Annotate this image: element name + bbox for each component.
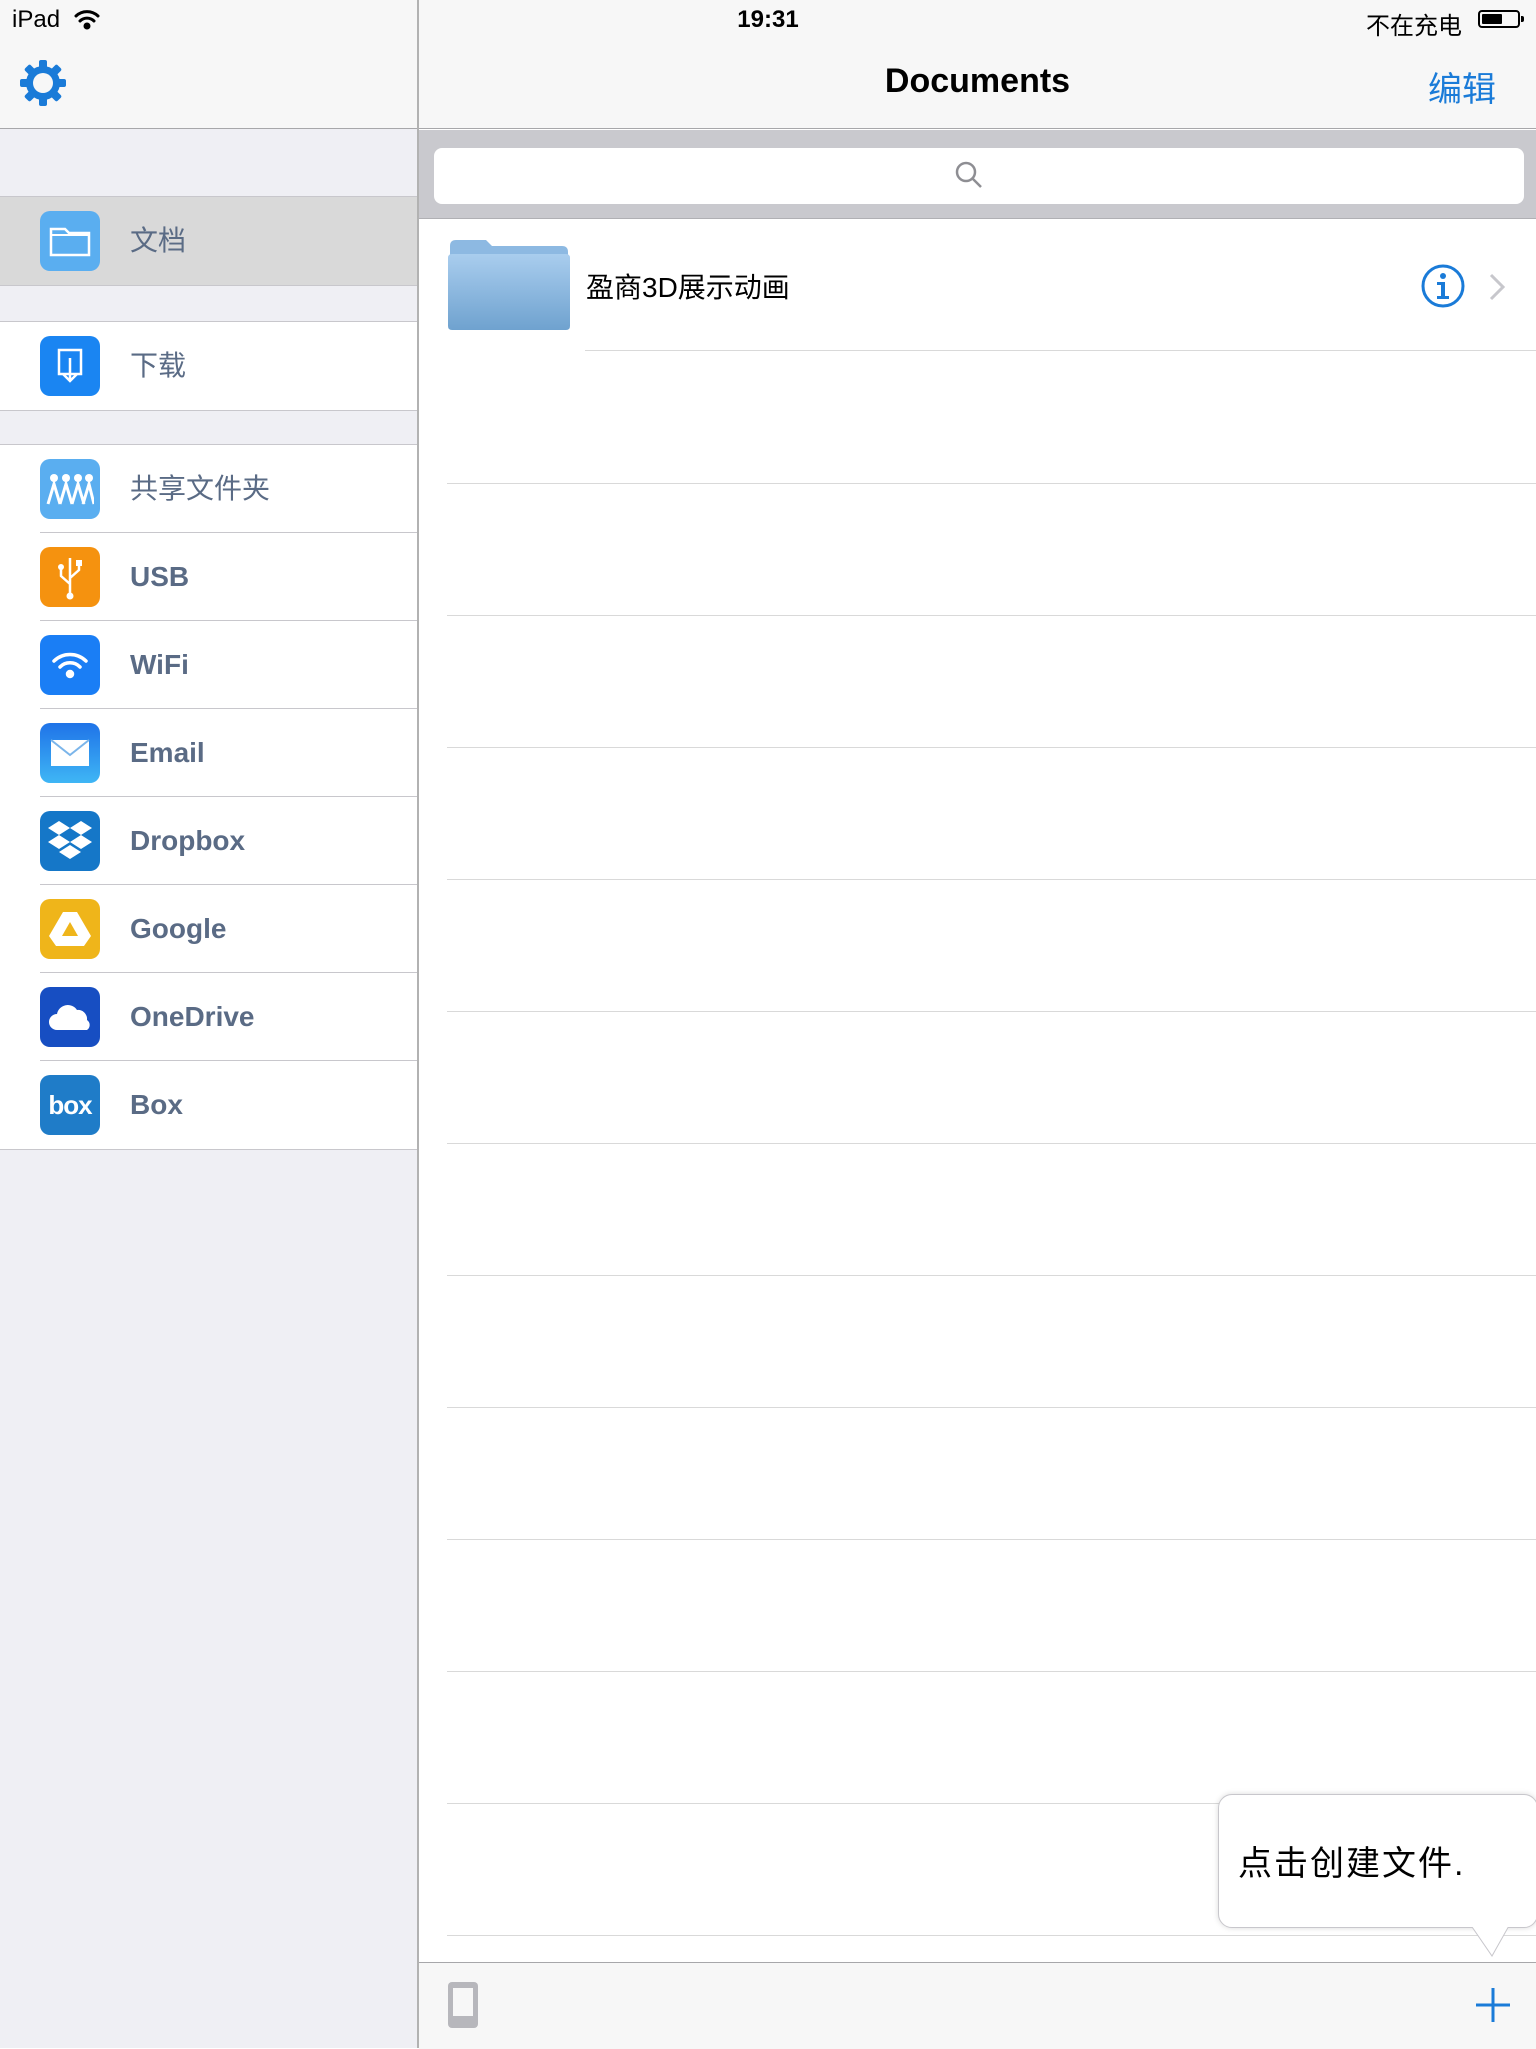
sidebar-item-usb[interactable]: USB [0,533,417,621]
sidebar-item-box[interactable]: box Box [0,1061,417,1149]
box-logo-icon: box [40,1075,100,1135]
wifi-icon [40,635,100,695]
sidebar-group-local: 文档 [0,196,417,286]
sidebar-item-label: 下载 [130,350,187,381]
sidebar-item-label: USB [130,561,190,592]
usb-icon [40,547,100,607]
sidebar-item-label: WiFi [130,649,189,680]
sidebar-item-label: 文档 [130,225,187,256]
sidebar-item-label: OneDrive [130,1001,255,1032]
sidebar-item-label: 共享文件夹 [130,473,271,504]
envelope-icon [40,723,100,783]
sidebar-item-downloads[interactable]: 下载 [0,322,417,410]
sidebar-group-download: 下载 [0,321,417,411]
page-title: Documents [884,62,1071,100]
sidebar-item-shared-folder[interactable]: 共享文件夹 [0,445,417,533]
sidebar-group-services: 共享文件夹 USB WiFi Email Dropbox Google OneD… [0,444,417,1150]
gear-icon[interactable] [18,58,68,108]
sidebar-item-documents[interactable]: 文档 [0,197,417,285]
sidebar-item-label: Box [130,1089,183,1120]
battery-icon [1478,10,1524,28]
sidebar-item-email[interactable]: Email [0,709,417,797]
add-button[interactable] [1474,1986,1512,2024]
folder-icon [40,211,100,271]
dropbox-icon [40,811,100,871]
device-icon[interactable] [446,1980,480,2030]
sidebar-item-label: Google [130,913,227,944]
sidebar-item-onedrive[interactable]: OneDrive [0,973,417,1061]
status-time: 19:31 [737,6,799,33]
cloud-icon [40,987,100,1047]
battery-level [1482,14,1502,24]
folder-name: 盈商3D展示动画 [586,272,790,303]
download-icon [40,336,100,396]
edit-button[interactable]: 编辑 [1428,62,1496,111]
sidebar-item-label: Dropbox [130,825,246,856]
status-charging: 不在充电 [1366,13,1462,40]
google-drive-icon [40,899,100,959]
sidebar-item-google[interactable]: Google [0,885,417,973]
info-icon[interactable] [1420,263,1466,309]
tooltip-pointer [1470,1924,1510,1957]
shared-people-icon [40,459,100,519]
search-icon [955,161,982,188]
chevron-right-icon [1489,273,1506,301]
folder-icon [448,240,570,330]
sidebar-item-label: Email [130,737,205,768]
sidebar-item-dropbox[interactable]: Dropbox [0,797,417,885]
bottom-toolbar [419,1962,1536,2049]
sidebar-item-wifi[interactable]: WiFi [0,621,417,709]
tooltip-text: 点击创建文件. [1238,1845,1466,1883]
